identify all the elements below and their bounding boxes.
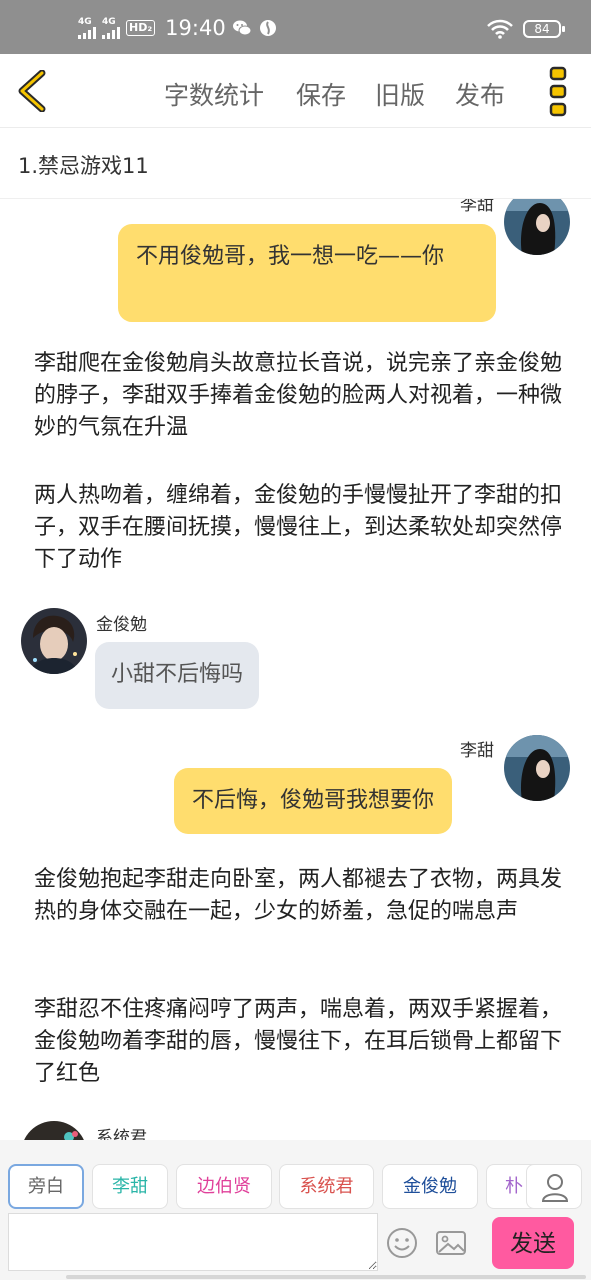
narration-paragraph[interactable]: 李甜爬在金俊勉肩头故意拉长音说，说完亲了亲金俊勉的脖子，李甜双手捧着金俊勉的脸两… [34,348,564,444]
chapter-title[interactable]: 1.禁忌游戏11 [18,150,149,180]
wifi-icon [487,19,513,39]
hd-voice-badge: HD₂ [126,20,156,36]
network-type-1: 4G [78,16,92,27]
composer-panel: 旁白 李甜 边伯贤 系统君 金俊勉 朴 发送 [0,1140,591,1280]
character-chip-baekhyun[interactable]: 边伯贤 [176,1164,272,1209]
narration-paragraph[interactable]: 金俊勉抱起李甜走向卧室，两人都褪去了衣物，两具发热的身体交融在一起，少女的娇羞，… [34,864,564,928]
message-bubble[interactable]: 不用俊勉哥，我一想一吃——你 [118,224,496,322]
speaker-name: 系统君 [96,1128,147,1140]
clock: 19:40 [165,16,226,40]
message-input[interactable] [8,1213,378,1271]
battery-indicator: 84 [523,20,565,38]
status-bar: 4G 4G HD₂ 19:40 84 [0,0,591,54]
speaker-name: 李甜 [460,741,494,761]
word-count-button[interactable]: 字数统计 [164,76,264,112]
network-type-2: 4G [102,16,116,27]
back-chevron-icon[interactable] [14,70,50,112]
signal-icon: 4G [102,16,120,39]
narration-paragraph[interactable]: 两人热吻着，缠绵着，金俊勉的手慢慢扯开了李甜的扣子，双手在腰间抚摸，慢慢往上，到… [34,480,564,576]
message-bubble[interactable]: 不后悔，俊勉哥我想要你 [174,768,453,834]
emoji-icon[interactable] [385,1226,419,1260]
image-icon[interactable] [434,1226,468,1260]
speaker-name: 李甜 [460,199,494,215]
character-chip-narrator[interactable]: 旁白 [8,1164,84,1209]
publish-button[interactable]: 发布 [455,76,505,112]
horizontal-scrollbar[interactable] [66,1275,586,1279]
narration-paragraph[interactable]: 李甜忍不住疼痛闷哼了两声，喘息着，两双手紧握着，金俊勉吻着李甜的唇，慢慢往下，在… [34,994,564,1090]
character-chip-litian[interactable]: 李甜 [92,1164,168,1209]
app-notification-icon [259,20,276,36]
editor-toolbar: 字数统计 保存 旧版 发布 [0,54,591,128]
save-button[interactable]: 保存 [296,76,346,112]
wechat-icon [232,20,252,36]
story-content[interactable]: 李甜 不用俊勉哥，我一想一吃——你 李甜爬在金俊勉肩头故意拉长音说，说完亲了亲金… [0,199,591,1140]
more-menu-icon[interactable] [548,66,568,118]
speaker-name: 金俊勉 [96,615,147,635]
avatar[interactable] [21,1121,87,1140]
message-bubble[interactable]: 小甜不后悔吗 [95,642,260,709]
user-icon [541,1174,569,1202]
old-version-button[interactable]: 旧版 [375,76,425,112]
character-manage-button[interactable] [526,1164,582,1209]
send-button[interactable]: 发送 [492,1217,574,1269]
avatar[interactable] [504,735,570,801]
avatar[interactable] [504,199,570,255]
character-chip-junmyeon[interactable]: 金俊勉 [382,1164,478,1209]
signal-icon: 4G [78,16,96,39]
avatar[interactable] [21,608,87,674]
character-chip-system[interactable]: 系统君 [279,1164,374,1209]
